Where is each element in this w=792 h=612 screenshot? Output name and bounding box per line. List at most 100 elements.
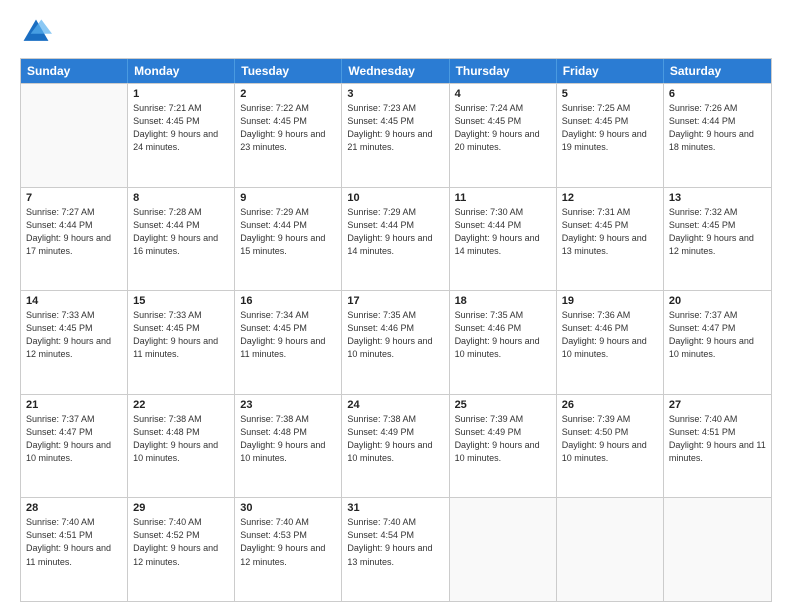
cell-info: Daylight: 9 hours and 13 minutes. <box>347 542 443 568</box>
cal-cell: 29Sunrise: 7:40 AMSunset: 4:52 PMDayligh… <box>128 498 235 601</box>
cal-cell: 19Sunrise: 7:36 AMSunset: 4:46 PMDayligh… <box>557 291 664 394</box>
cell-info: Sunrise: 7:39 AM <box>455 413 551 426</box>
cell-info: Sunrise: 7:31 AM <box>562 206 658 219</box>
cell-info: Daylight: 9 hours and 10 minutes. <box>347 439 443 465</box>
cell-info: Sunrise: 7:28 AM <box>133 206 229 219</box>
cell-info: Sunset: 4:44 PM <box>240 219 336 232</box>
cell-info: Sunrise: 7:29 AM <box>347 206 443 219</box>
day-number: 20 <box>669 295 766 307</box>
cell-info: Sunset: 4:45 PM <box>240 115 336 128</box>
day-number: 28 <box>26 502 122 514</box>
day-number: 8 <box>133 192 229 204</box>
day-number: 2 <box>240 88 336 100</box>
cal-cell: 23 Sunrise: 7:38 AMSunset: 4:48 PMDayligh… <box>235 395 342 498</box>
cell-info: Sunrise: 7:21 AM <box>133 102 229 115</box>
calendar-body: 1Sunrise: 7:21 AMSunset: 4:45 PMDaylight… <box>21 83 771 601</box>
cal-cell: 12Sunrise: 7:31 AMSunset: 4:45 PMDayligh… <box>557 188 664 291</box>
cal-cell: 5Sunrise: 7:25 AMSunset: 4:45 PMDaylight… <box>557 84 664 187</box>
cell-info: Daylight: 9 hours and 11 minutes. <box>133 335 229 361</box>
cell-info: Sunset: 4:45 PM <box>133 322 229 335</box>
cell-info: Sunset: 4:48 PM <box>133 426 229 439</box>
cell-info: Sunset: 4:48 PM <box>240 426 336 439</box>
cal-cell: 27Sunrise: 7:40 AMSunset: 4:51 PMDayligh… <box>664 395 771 498</box>
cell-info: Sunrise: 7:38 AM <box>133 413 229 426</box>
cell-info: Sunrise: 7:32 AM <box>669 206 766 219</box>
cell-info: Daylight: 9 hours and 10 minutes. <box>455 439 551 465</box>
cell-info: Sunset: 4:53 PM <box>240 529 336 542</box>
week-row-3: 21Sunrise: 7:37 AMSunset: 4:47 PMDayligh… <box>21 394 771 498</box>
cell-info: Sunrise: 7:35 AM <box>347 309 443 322</box>
day-number: 6 <box>669 88 766 100</box>
cell-info: Daylight: 9 hours and 14 minutes. <box>347 232 443 258</box>
cal-cell: 9Sunrise: 7:29 AMSunset: 4:44 PMDaylight… <box>235 188 342 291</box>
cell-info: Sunset: 4:47 PM <box>669 322 766 335</box>
cell-info: Daylight: 9 hours and 10 minutes. <box>669 335 766 361</box>
cell-info: Sunset: 4:46 PM <box>455 322 551 335</box>
day-number: 11 <box>455 192 551 204</box>
day-number: 30 <box>240 502 336 514</box>
cell-info: Sunset: 4:45 PM <box>26 322 122 335</box>
cal-cell: 15Sunrise: 7:33 AMSunset: 4:45 PMDayligh… <box>128 291 235 394</box>
cell-info: Sunset: 4:49 PM <box>347 426 443 439</box>
cell-info: Sunset: 4:44 PM <box>347 219 443 232</box>
cell-info: Sunrise: 7:23 AM <box>347 102 443 115</box>
cell-info: Sunrise: 7:37 AM <box>669 309 766 322</box>
header-day-thursday: Thursday <box>450 59 557 83</box>
day-number: 22 <box>133 399 229 411</box>
cell-info: Sunrise: 7:40 AM <box>240 516 336 529</box>
header-day-friday: Friday <box>557 59 664 83</box>
day-number: 7 <box>26 192 122 204</box>
cell-info: Sunrise: 7:22 AM <box>240 102 336 115</box>
cell-info: Daylight: 9 hours and 10 minutes. <box>240 439 336 465</box>
cell-info: Sunrise: 7:40 AM <box>26 516 122 529</box>
page: SundayMondayTuesdayWednesdayThursdayFrid… <box>0 0 792 612</box>
day-number: 19 <box>562 295 658 307</box>
week-row-1: 7Sunrise: 7:27 AMSunset: 4:44 PMDaylight… <box>21 187 771 291</box>
cell-info: Sunset: 4:44 PM <box>455 219 551 232</box>
cell-info: Sunset: 4:50 PM <box>562 426 658 439</box>
cal-cell: 2 Sunrise: 7:22 AMSunset: 4:45 PMDaylight… <box>235 84 342 187</box>
cell-info: Sunrise: 7:27 AM <box>26 206 122 219</box>
cell-info: Sunrise: 7:34 AM <box>240 309 336 322</box>
cell-info: Sunset: 4:44 PM <box>669 115 766 128</box>
cal-cell: 22Sunrise: 7:38 AMSunset: 4:48 PMDayligh… <box>128 395 235 498</box>
cell-info: Daylight: 9 hours and 12 minutes. <box>240 542 336 568</box>
cell-info: Sunset: 4:44 PM <box>26 219 122 232</box>
cell-info: Sunrise: 7:30 AM <box>455 206 551 219</box>
day-number: 26 <box>562 399 658 411</box>
header-day-monday: Monday <box>128 59 235 83</box>
cal-cell: 6Sunrise: 7:26 AMSunset: 4:44 PMDaylight… <box>664 84 771 187</box>
day-number: 14 <box>26 295 122 307</box>
cal-cell: 7Sunrise: 7:27 AMSunset: 4:44 PMDaylight… <box>21 188 128 291</box>
cell-info: Daylight: 9 hours and 23 minutes. <box>240 128 336 154</box>
cell-info: Daylight: 9 hours and 10 minutes. <box>26 439 122 465</box>
cell-info: Daylight: 9 hours and 15 minutes. <box>240 232 336 258</box>
day-number: 23 <box>240 399 336 411</box>
cal-cell: 28Sunrise: 7:40 AMSunset: 4:51 PMDayligh… <box>21 498 128 601</box>
header-day-sunday: Sunday <box>21 59 128 83</box>
cell-info: Sunrise: 7:25 AM <box>562 102 658 115</box>
week-row-2: 14Sunrise: 7:33 AMSunset: 4:45 PMDayligh… <box>21 290 771 394</box>
cell-info: Sunset: 4:45 PM <box>133 115 229 128</box>
header-day-saturday: Saturday <box>664 59 771 83</box>
cell-info: Sunrise: 7:35 AM <box>455 309 551 322</box>
day-number: 21 <box>26 399 122 411</box>
day-number: 18 <box>455 295 551 307</box>
cal-cell: 26Sunrise: 7:39 AMSunset: 4:50 PMDayligh… <box>557 395 664 498</box>
cell-info: Sunrise: 7:26 AM <box>669 102 766 115</box>
week-row-0: 1Sunrise: 7:21 AMSunset: 4:45 PMDaylight… <box>21 83 771 187</box>
cell-info: Sunrise: 7:40 AM <box>669 413 766 426</box>
cell-info: Sunset: 4:46 PM <box>562 322 658 335</box>
cell-info: Sunrise: 7:38 AM <box>240 413 336 426</box>
cell-info: Sunset: 4:54 PM <box>347 529 443 542</box>
cal-cell <box>450 498 557 601</box>
day-number: 17 <box>347 295 443 307</box>
header-day-tuesday: Tuesday <box>235 59 342 83</box>
cell-info: Sunrise: 7:38 AM <box>347 413 443 426</box>
cal-cell: 30 Sunrise: 7:40 AMSunset: 4:53 PMDayligh… <box>235 498 342 601</box>
cal-cell <box>21 84 128 187</box>
cell-info: Daylight: 9 hours and 12 minutes. <box>26 335 122 361</box>
cal-cell: 25Sunrise: 7:39 AMSunset: 4:49 PMDayligh… <box>450 395 557 498</box>
day-number: 9 <box>240 192 336 204</box>
day-number: 10 <box>347 192 443 204</box>
